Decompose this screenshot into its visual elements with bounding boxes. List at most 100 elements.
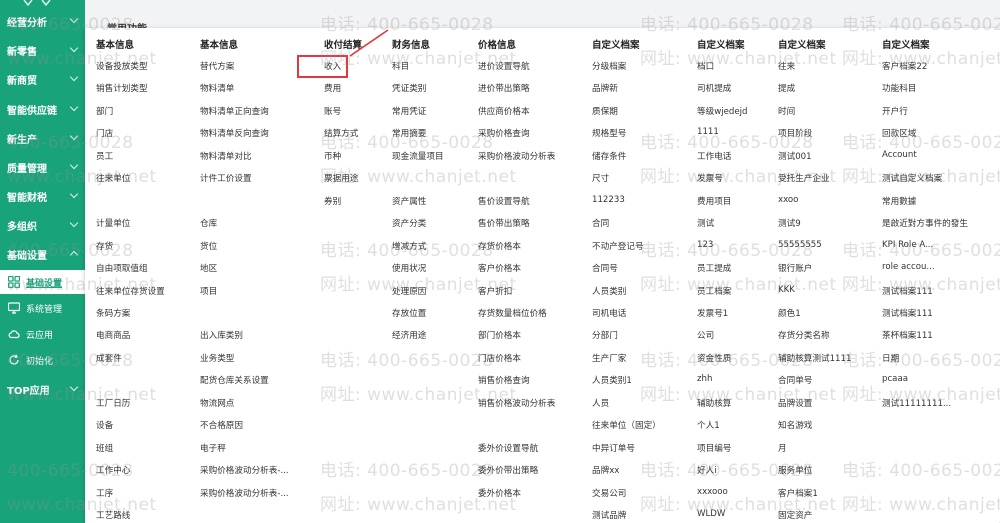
menu-link[interactable]: 112233: [592, 195, 625, 205]
menu-link[interactable]: 计件工价设置: [200, 172, 252, 184]
menu-link[interactable]: 存货数量档位价格: [478, 307, 547, 319]
menu-link[interactable]: 常用數據: [882, 195, 916, 207]
menu-link[interactable]: zhh: [697, 374, 712, 384]
menu-link[interactable]: 配货仓库关系设置: [200, 374, 269, 386]
menu-link[interactable]: 分部门: [592, 329, 618, 341]
menu-link[interactable]: 往来: [778, 60, 795, 72]
menu-link[interactable]: 工厂日历: [96, 397, 130, 409]
menu-link[interactable]: KKK: [778, 285, 795, 295]
menu-link[interactable]: 币种: [324, 150, 341, 162]
menu-link[interactable]: 凭证类别: [392, 82, 426, 94]
menu-link[interactable]: 服务单位: [778, 464, 812, 476]
collapse-handle-icon[interactable]: [22, 0, 52, 6]
menu-link[interactable]: 计量单位: [96, 217, 130, 229]
menu-link[interactable]: 是啟近對方事件的發生: [882, 217, 968, 229]
menu-link[interactable]: 测试001: [778, 150, 812, 162]
nav-item-quality[interactable]: 质量管理: [0, 154, 85, 180]
menu-link[interactable]: 发票号1: [697, 307, 728, 319]
menu-link[interactable]: 销售价格波动分析表: [478, 397, 555, 409]
menu-link[interactable]: 不合格原因: [200, 419, 243, 431]
menu-link[interactable]: 存货分类名称: [778, 329, 830, 341]
menu-link[interactable]: 往来单位: [96, 172, 130, 184]
menu-link[interactable]: 物料清单正向查询: [200, 105, 269, 117]
menu-link[interactable]: 好人i: [697, 464, 717, 476]
menu-link[interactable]: 项目: [200, 285, 217, 297]
menu-link[interactable]: 票据用途: [324, 172, 358, 184]
menu-link[interactable]: 委外价带出策略: [478, 464, 538, 476]
menu-link[interactable]: 采购价格波动分析表-...: [200, 487, 289, 499]
menu-link[interactable]: 银行账户: [778, 262, 812, 274]
menu-link[interactable]: 辅助核算测试1111: [778, 352, 851, 364]
menu-link[interactable]: 采购价格波动分析表: [478, 150, 555, 162]
menu-link[interactable]: 测试品牌: [592, 509, 626, 521]
sub-item-initialize[interactable]: 初始化: [0, 348, 85, 372]
menu-link[interactable]: 55555555: [778, 240, 822, 250]
menu-link[interactable]: 茶杯档案111: [882, 329, 933, 341]
menu-link[interactable]: 人员: [592, 397, 609, 409]
menu-link[interactable]: 固定资产: [778, 509, 812, 521]
menu-link[interactable]: 物流网点: [200, 397, 234, 409]
sub-item-system-management[interactable]: 系统管理: [0, 296, 85, 320]
menu-link[interactable]: 现金流量项目: [392, 150, 444, 162]
menu-link[interactable]: 人员类别1: [592, 374, 632, 386]
menu-link[interactable]: 使用状况: [392, 262, 426, 274]
nav-item-new-trade[interactable]: 新商贸: [0, 66, 85, 92]
menu-link[interactable]: 回款区域: [882, 127, 916, 139]
menu-link[interactable]: 物料清单反向查询: [200, 127, 269, 139]
menu-link[interactable]: 电商商品: [96, 329, 130, 341]
menu-link[interactable]: 委外价设置导航: [478, 442, 538, 454]
menu-link[interactable]: 物料清单对比: [200, 150, 252, 162]
menu-link[interactable]: 时间: [778, 105, 795, 117]
menu-link[interactable]: 客户档案1: [778, 487, 818, 499]
menu-link[interactable]: 测试9: [778, 217, 801, 229]
menu-link[interactable]: 常用摘要: [392, 127, 426, 139]
menu-link[interactable]: 处理原因: [392, 285, 426, 297]
menu-link[interactable]: 进价设置导航: [478, 60, 530, 72]
menu-link[interactable]: 测试档案111: [882, 285, 933, 297]
nav-item-multi-org[interactable]: 多组织: [0, 212, 85, 238]
menu-link[interactable]: 司机提成: [697, 82, 731, 94]
menu-link[interactable]: 费用: [324, 82, 341, 94]
menu-link[interactable]: 司机电话: [592, 307, 626, 319]
menu-link[interactable]: 替代方案: [200, 60, 234, 72]
menu-link[interactable]: 项目阶段: [778, 127, 812, 139]
menu-link[interactable]: 往来单位（固定）: [592, 419, 661, 431]
menu-link[interactable]: role accou...: [882, 262, 935, 272]
menu-link[interactable]: 分级档案: [592, 60, 626, 72]
nav-item-new-retail[interactable]: 新零售: [0, 37, 85, 63]
menu-link[interactable]: 设备: [96, 419, 113, 431]
menu-link[interactable]: 门店价格本: [478, 352, 521, 364]
menu-link[interactable]: 采购价格波动分析表-...: [200, 464, 289, 476]
menu-link[interactable]: 经济用途: [392, 329, 426, 341]
menu-link[interactable]: 资金性质: [697, 352, 731, 364]
menu-link[interactable]: 费用项目: [697, 195, 731, 207]
menu-link[interactable]: 人员类别: [592, 285, 626, 297]
menu-link[interactable]: 售价设置导航: [478, 195, 530, 207]
menu-link[interactable]: 资产属性: [392, 195, 426, 207]
menu-link[interactable]: 资产分类: [392, 217, 426, 229]
sub-item-basic-settings[interactable]: 基础设置: [0, 270, 85, 294]
menu-link[interactable]: 部门: [96, 105, 113, 117]
menu-link[interactable]: 合同: [592, 217, 609, 229]
menu-link[interactable]: 合同号: [592, 262, 618, 274]
menu-link[interactable]: 地区: [200, 262, 217, 274]
menu-link[interactable]: 发票号: [697, 172, 723, 184]
menu-link[interactable]: 受托生产企业: [778, 172, 830, 184]
menu-link[interactable]: pcaaa: [882, 374, 908, 384]
menu-link[interactable]: 部门价格本: [478, 329, 521, 341]
menu-link[interactable]: 货位: [200, 240, 217, 252]
menu-link[interactable]: 科目: [392, 60, 409, 72]
nav-item-top-apps[interactable]: TOP应用: [0, 376, 85, 402]
menu-link[interactable]: 自由项取值组: [96, 262, 148, 274]
menu-link[interactable]: 客户折扣: [478, 285, 512, 297]
menu-link[interactable]: WLDW: [697, 509, 725, 519]
menu-link[interactable]: 券别: [324, 195, 341, 207]
menu-link[interactable]: 委外价格本: [478, 487, 521, 499]
menu-link[interactable]: 员工档案: [697, 285, 731, 297]
menu-link[interactable]: 设备投放类型: [96, 60, 148, 72]
menu-link[interactable]: 条码方案: [96, 307, 130, 319]
menu-link[interactable]: Account: [882, 150, 917, 160]
menu-link[interactable]: 售价带出策略: [478, 217, 530, 229]
menu-link[interactable]: 颜色1: [778, 307, 801, 319]
menu-link[interactable]: 采购价格查询: [478, 127, 530, 139]
